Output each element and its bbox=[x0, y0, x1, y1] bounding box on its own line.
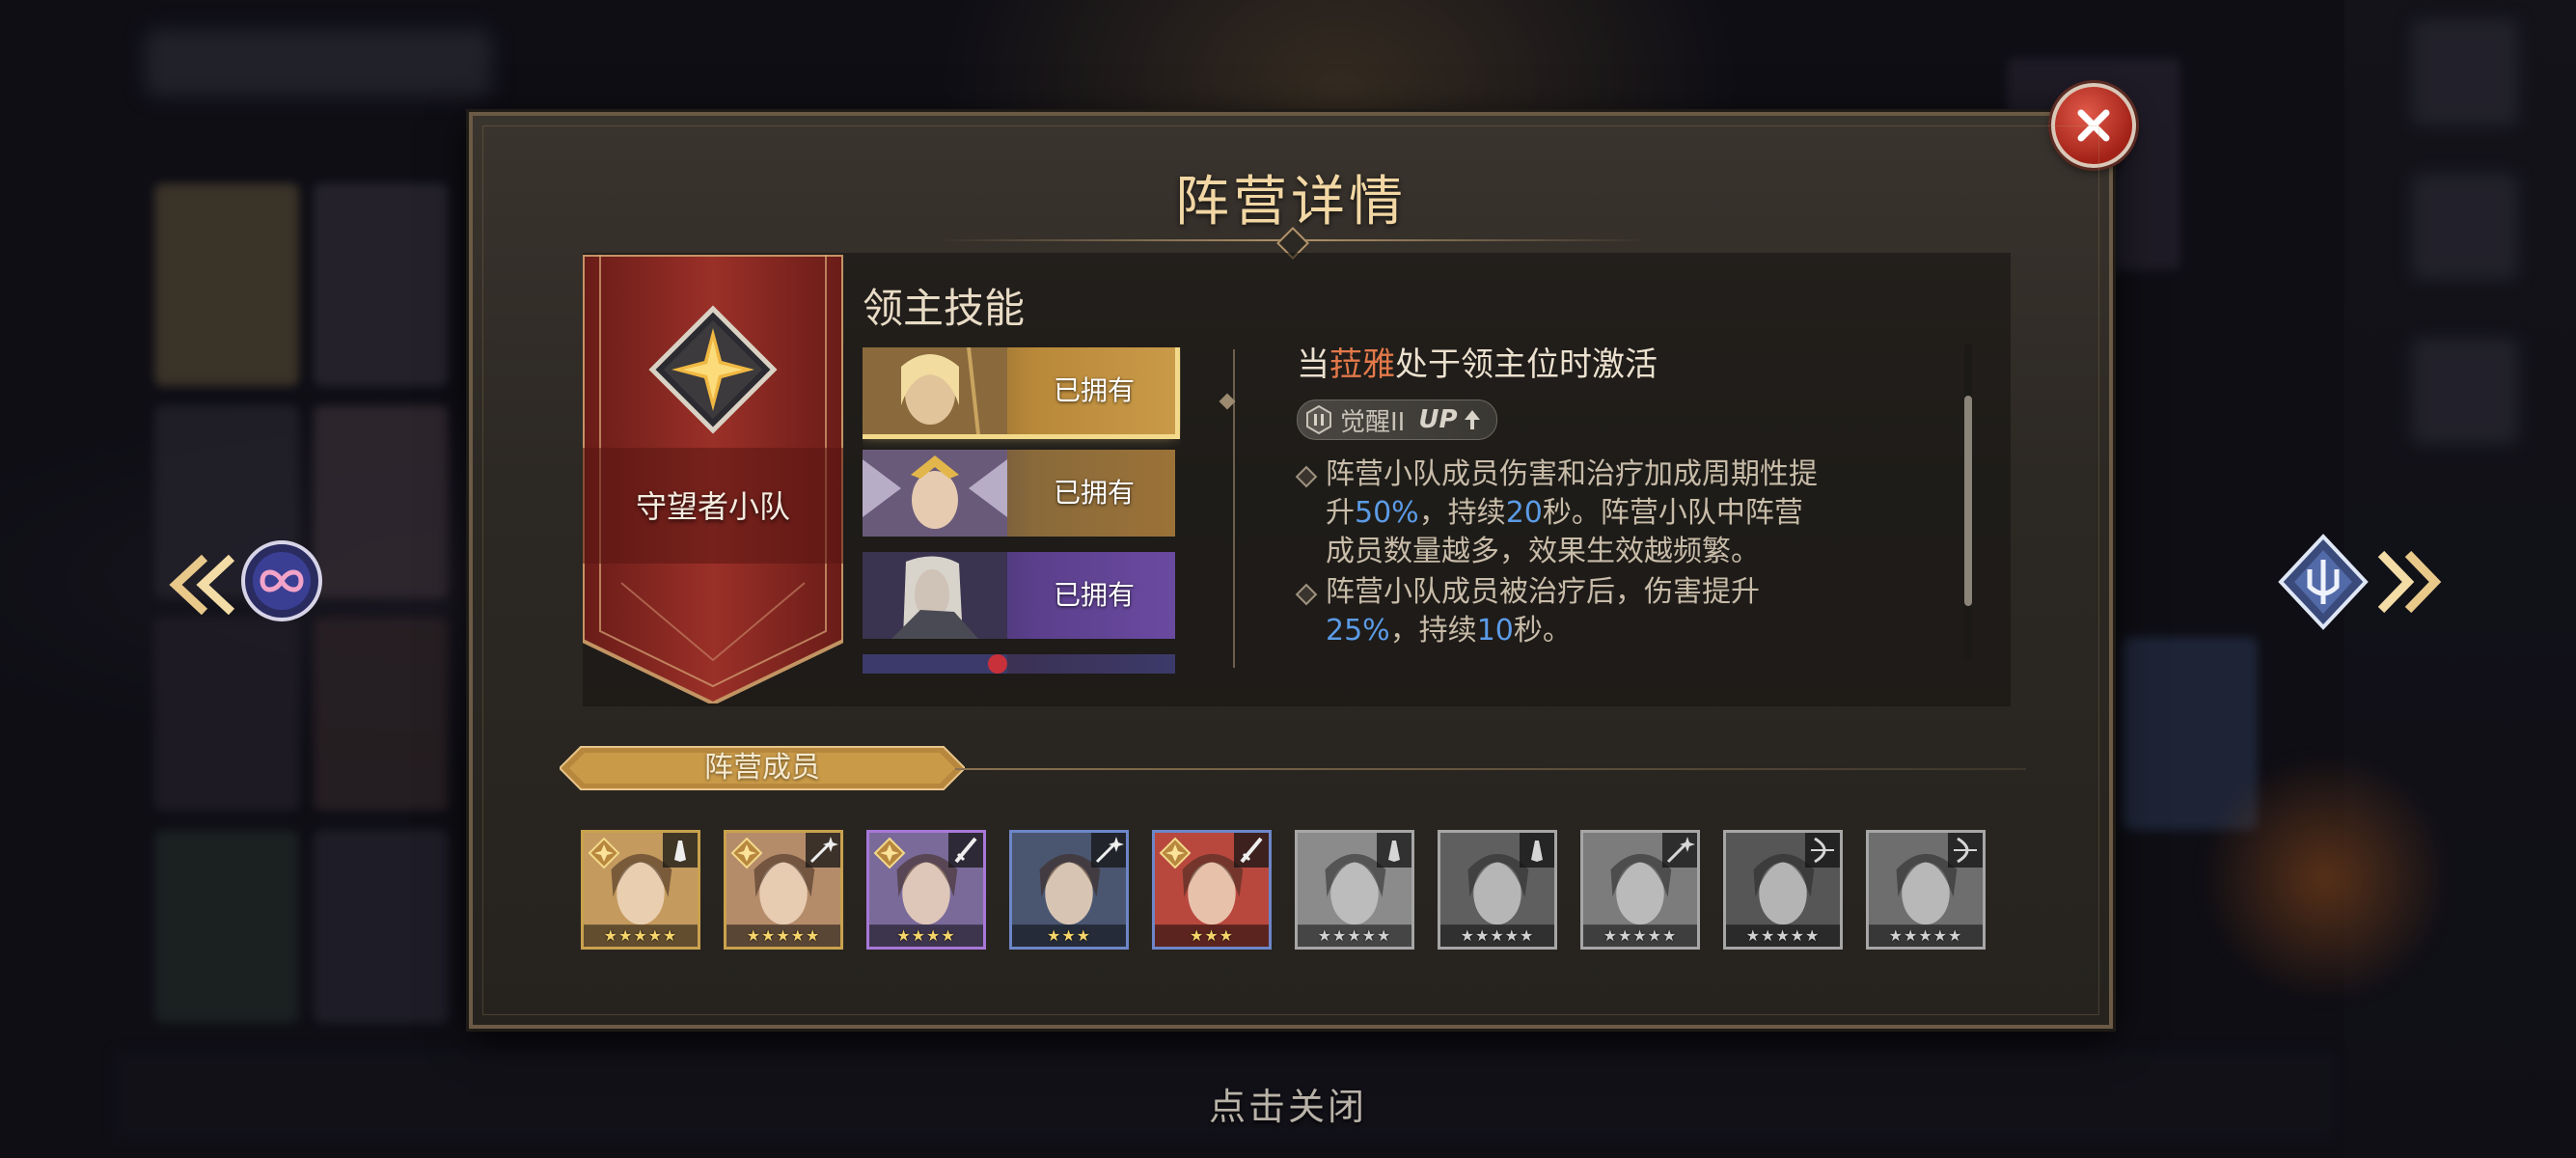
faction-members-list: ★★★★★ ★★★★★ ★★★★ ★★★ ★★★ ★★★★★ ★★★★★ ★★★★★ ★★★★★… bbox=[581, 830, 1986, 950]
hero-portrait bbox=[863, 347, 1007, 434]
close-button[interactable] bbox=[2051, 83, 2136, 168]
magic-wand-icon bbox=[1091, 833, 1126, 868]
praying-hands-icon bbox=[1377, 833, 1411, 868]
scrollbar-thumb[interactable] bbox=[1964, 396, 1972, 606]
bullet-diamond-icon bbox=[1295, 583, 1318, 606]
lord-badge-icon bbox=[1159, 837, 1192, 869]
lord-badge-icon bbox=[730, 837, 763, 869]
hero-portrait bbox=[863, 654, 1007, 674]
awaken-hexagon-icon bbox=[1306, 404, 1331, 435]
star-rating: ★★★★★ bbox=[746, 926, 821, 945]
faction-name: 守望者小队 bbox=[635, 488, 790, 525]
magic-wand-icon bbox=[1662, 833, 1697, 868]
awaken-label: 觉醒II bbox=[1340, 407, 1406, 437]
effect-text: 阵营小队成员被治疗后，伤害提升 bbox=[1326, 575, 1760, 609]
skill-effect-2: 阵营小队成员被治疗后，伤害提升 25%，持续10秒。 bbox=[1295, 573, 1818, 650]
star-rating: ★★★★ bbox=[896, 926, 956, 945]
star-rating: ★★★★★ bbox=[603, 926, 678, 945]
lord-hero-item-4[interactable] bbox=[863, 654, 1175, 674]
effect-value: 20 bbox=[1505, 496, 1543, 530]
effect-text: ，持续 bbox=[1418, 496, 1506, 530]
sword-icon bbox=[1234, 833, 1269, 868]
faction-member-card[interactable]: ★★★★★ bbox=[1438, 830, 1557, 950]
star-rating: ★★★★★ bbox=[1317, 926, 1392, 945]
lord-hero-item-1[interactable]: 已拥有 bbox=[863, 347, 1180, 439]
star-rating: ★★★ bbox=[1189, 926, 1235, 945]
up-label: UP bbox=[1418, 405, 1458, 434]
hero-portrait bbox=[863, 552, 1007, 639]
skill-activation-text: 当菈雅处于领主位时激活 bbox=[1297, 338, 1658, 385]
faction-member-card[interactable]: ★★★ bbox=[1152, 830, 1272, 950]
faction-details-dialog: 阵营详情 守望者小队 领主技能 已拥有 已拥有 已拥有 当菈雅处于领主位时激活 … bbox=[469, 83, 2136, 1029]
faction-member-card[interactable]: ★★★★★ bbox=[1723, 830, 1843, 950]
next-faction-button[interactable] bbox=[2273, 529, 2447, 635]
lord-hero-list[interactable]: 已拥有 已拥有 已拥有 bbox=[863, 347, 1181, 674]
hero-portrait bbox=[863, 450, 1007, 537]
lord-badge-icon bbox=[588, 837, 620, 869]
faction-member-card[interactable]: ★★★★★ bbox=[1866, 830, 1986, 950]
prev-faction-button[interactable] bbox=[156, 537, 330, 633]
lord-badge-icon bbox=[873, 837, 906, 869]
owned-status: 已拥有 bbox=[1053, 477, 1135, 509]
faction-member-card[interactable]: ★★★★★ bbox=[1295, 830, 1414, 950]
star-rating: ★★★ bbox=[1046, 926, 1092, 945]
double-chevron-left-icon bbox=[169, 540, 322, 621]
lord-skill-title: 领主技能 bbox=[863, 285, 1026, 332]
sword-icon bbox=[948, 833, 983, 868]
faction-member-card[interactable]: ★★★ bbox=[1009, 830, 1129, 950]
star-rating: ★★★★★ bbox=[1888, 926, 1963, 945]
bow-icon bbox=[1805, 833, 1840, 868]
tap-to-close[interactable]: 点击关闭 bbox=[0, 1077, 2576, 1130]
members-divider bbox=[955, 768, 2026, 770]
vertical-divider bbox=[1233, 349, 1235, 668]
lord-hero-item-3[interactable]: 已拥有 bbox=[863, 552, 1175, 639]
effect-text: 秒。 bbox=[1513, 614, 1572, 648]
awaken-badge: 觉醒II UP bbox=[1297, 400, 1497, 440]
activation-suffix: 处于领主位时激活 bbox=[1395, 345, 1658, 384]
praying-hands-icon bbox=[663, 833, 698, 868]
effect-value: 25% bbox=[1326, 614, 1390, 648]
activation-prefix: 当 bbox=[1297, 345, 1329, 384]
effect-text: ，持续 bbox=[1389, 614, 1477, 648]
lord-hero-item-2[interactable]: 已拥有 bbox=[863, 450, 1175, 537]
skill-effects: 阵营小队成员伤害和治疗加成周期性提升50%，持续20秒。阵营小队中阵营成员数量越… bbox=[1295, 455, 1818, 652]
faction-member-card[interactable]: ★★★★ bbox=[866, 830, 986, 950]
arrow-up-icon bbox=[1464, 410, 1480, 429]
bow-icon bbox=[1948, 833, 1983, 868]
owned-status: 已拥有 bbox=[1053, 374, 1135, 406]
effect-value: 10 bbox=[1476, 614, 1514, 648]
skill-effect-1: 阵营小队成员伤害和治疗加成周期性提升50%，持续20秒。阵营小队中阵营成员数量越… bbox=[1295, 455, 1818, 571]
hero-name-highlight: 菈雅 bbox=[1329, 345, 1395, 384]
dialog-title: 阵营详情 bbox=[1175, 171, 1407, 234]
owned-status: 已拥有 bbox=[1053, 579, 1135, 611]
star-rating: ★★★★★ bbox=[1745, 926, 1821, 945]
members-title: 阵营成员 bbox=[704, 751, 820, 785]
star-rating: ★★★★★ bbox=[1603, 926, 1678, 945]
praying-hands-icon bbox=[1520, 833, 1554, 868]
double-chevron-right-icon bbox=[2278, 534, 2442, 630]
bullet-diamond-icon bbox=[1295, 465, 1318, 488]
close-icon bbox=[2077, 109, 2110, 142]
faction-member-card[interactable]: ★★★★★ bbox=[724, 830, 843, 950]
effect-value: 50% bbox=[1355, 496, 1419, 530]
four-point-star-emblem-icon bbox=[648, 305, 778, 434]
star-rating: ★★★★★ bbox=[1460, 926, 1535, 945]
faction-member-card[interactable]: ★★★★★ bbox=[1580, 830, 1700, 950]
faction-member-card[interactable]: ★★★★★ bbox=[581, 830, 700, 950]
description-scrollbar[interactable] bbox=[1964, 344, 1972, 662]
magic-wand-icon bbox=[806, 833, 840, 868]
